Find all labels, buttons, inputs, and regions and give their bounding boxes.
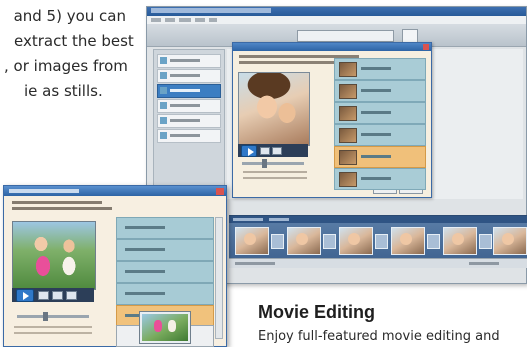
frame-icon (52, 291, 63, 300)
sidebar (153, 49, 225, 201)
zoom-preview (139, 311, 191, 344)
scrollbar (215, 217, 223, 339)
capture-item (116, 283, 214, 305)
video-preview (238, 72, 310, 146)
player-controls (238, 144, 308, 157)
play-icon (16, 289, 34, 302)
frame-item-selected (334, 146, 426, 168)
section-text: Enjoy full-featured movie editing and (258, 329, 500, 344)
capture-item (116, 217, 214, 239)
clip-thumbnail (443, 227, 477, 255)
clip-thumbnail (287, 227, 321, 255)
toolbar-button (402, 29, 418, 43)
player-controls (12, 288, 94, 302)
transition-icon (271, 234, 284, 249)
sidebar-item (157, 114, 221, 128)
seek-slider (17, 312, 89, 321)
frame-icon (272, 147, 282, 155)
close-icon (423, 44, 429, 50)
sidebar-item (157, 99, 221, 113)
toolbar-field (297, 30, 394, 42)
clip-thumbnail (493, 227, 527, 255)
dialog-titlebar (4, 186, 226, 196)
transition-icon (375, 234, 388, 249)
intro-paragraph: and 5) you can extract the best , or ima… (0, 4, 142, 104)
capture-item (116, 239, 214, 261)
sidebar-item (157, 54, 221, 68)
dialog-titlebar (233, 43, 431, 51)
sidebar-item (157, 129, 221, 143)
frame-item (334, 124, 426, 146)
slider-knob (262, 159, 267, 168)
storyboard-timeline (229, 215, 527, 268)
clip-thumbnail (235, 227, 269, 255)
video-preview (12, 221, 96, 290)
close-icon (216, 188, 224, 195)
frame-item (334, 80, 426, 102)
sidebar-item-active (157, 84, 221, 98)
capture-item (116, 261, 214, 283)
frame-item (334, 168, 426, 190)
frame-icon (66, 291, 77, 300)
frame-item (334, 102, 426, 124)
transition-icon (427, 234, 440, 249)
intro-line: ie as stills. (24, 82, 103, 100)
sidebar-item (157, 69, 221, 83)
play-icon (241, 145, 257, 157)
clip-thumbnail (391, 227, 425, 255)
clip-thumbnail (339, 227, 373, 255)
section-title: Movie Editing (258, 302, 375, 322)
intro-line: , or images from (4, 57, 128, 75)
intro-line: and 5) you can (13, 7, 126, 25)
frame-item (334, 58, 426, 80)
transition-icon (323, 234, 336, 249)
stop-icon (260, 147, 270, 155)
transition-icon (479, 234, 492, 249)
intro-line: extract the best (14, 32, 134, 50)
seek-slider (242, 159, 304, 168)
window-titlebar (147, 7, 526, 16)
slider-knob (43, 312, 48, 321)
stop-icon (38, 291, 49, 300)
